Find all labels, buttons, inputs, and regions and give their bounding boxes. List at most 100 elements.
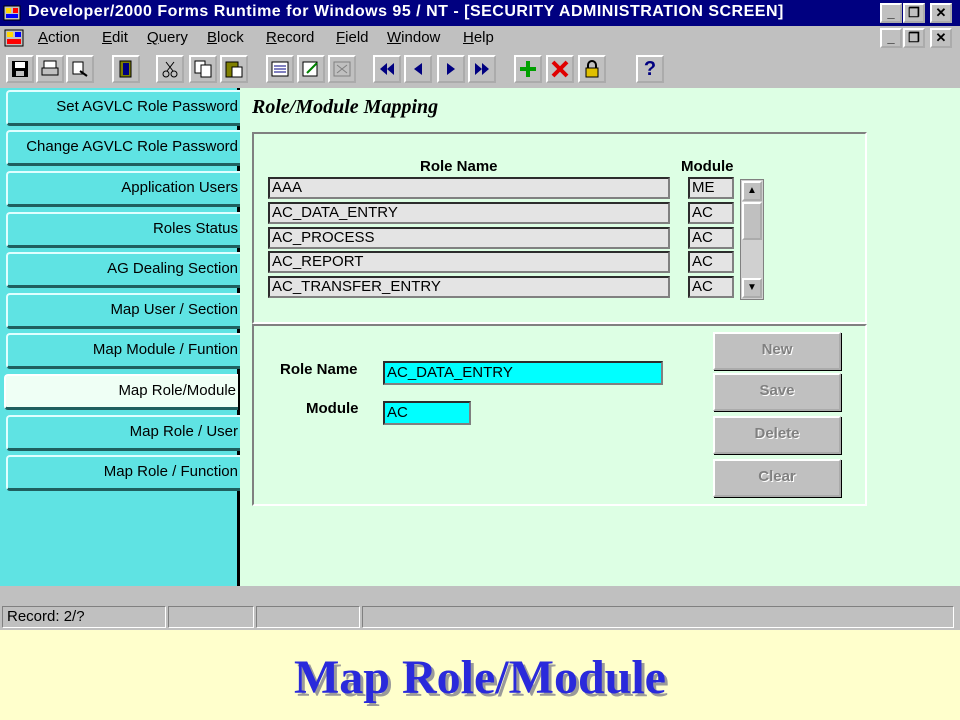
exit-icon [119, 60, 132, 78]
restore-icon: ❐ [908, 5, 920, 20]
minimize-icon: _ [887, 30, 895, 45]
role-name-label: Role Name [280, 361, 358, 378]
next-record-button[interactable] [437, 55, 465, 83]
help-button[interactable]: ? [636, 55, 664, 83]
role-name-cell[interactable]: AC_REPORT [268, 251, 670, 273]
mapping-list-panel: Role Name Module AAA ME AC_DATA_ENTRY AC… [252, 132, 867, 324]
toolbar: ? [0, 50, 960, 89]
copy-icon [194, 60, 212, 78]
help-icon: ? [643, 57, 657, 80]
menu-window[interactable]: Window [387, 29, 440, 46]
slide-caption: Map Role/Module [294, 651, 666, 704]
status-bar: Record: 2/? [0, 586, 960, 630]
edit-button[interactable] [297, 55, 325, 83]
role-name-cell[interactable]: AC_TRANSFER_ENTRY [268, 276, 670, 298]
menu-bar: Action Edit Query Block Record Field Win… [0, 26, 960, 50]
menu-action[interactable]: Action [38, 29, 80, 46]
menu-edit[interactable]: Edit [102, 29, 128, 46]
sidebar: Set AGVLC Role Password Change AGVLC Rol… [0, 88, 240, 586]
display-list-icon [333, 61, 351, 77]
role-name-cell[interactable]: AAA [268, 177, 670, 199]
display-list-button[interactable] [328, 55, 356, 83]
child-close-button[interactable]: ✕ [930, 28, 952, 48]
title-bar: Developer/2000 Forms Runtime for Windows… [0, 0, 960, 26]
sidebar-item-ag-dealing-section[interactable]: AG Dealing Section [6, 252, 240, 288]
save-record-button[interactable]: Save [713, 373, 841, 411]
paste-icon [225, 61, 243, 78]
first-record-button[interactable] [373, 55, 401, 83]
child-minimize-button[interactable]: _ [880, 28, 902, 48]
list-of-values-button[interactable] [266, 55, 294, 83]
module-cell[interactable]: AC [688, 276, 734, 298]
delete-button[interactable]: Delete [713, 416, 841, 454]
sidebar-item-set-role-password[interactable]: Set AGVLC Role Password [6, 90, 240, 126]
cut-icon [162, 61, 178, 78]
module-field[interactable]: AC [383, 401, 471, 425]
module-cell[interactable]: AC [688, 251, 734, 273]
copy-button[interactable] [189, 55, 217, 83]
module-label: Module [306, 400, 359, 417]
sidebar-item-map-role-module[interactable]: Map Role/Module [4, 374, 238, 410]
last-record-button[interactable] [468, 55, 496, 83]
status-segment [362, 606, 954, 628]
window-title: Developer/2000 Forms Runtime for Windows… [28, 3, 784, 20]
sidebar-item-map-user-section[interactable]: Map User / Section [6, 293, 240, 329]
lock-record-icon [585, 60, 599, 78]
sidebar-item-map-module-function[interactable]: Map Module / Funtion [6, 333, 240, 369]
next-record-icon [447, 63, 455, 75]
vertical-scrollbar[interactable]: ▲ ▼ [740, 179, 764, 300]
insert-record-button[interactable] [514, 55, 542, 83]
page-title: Role/Module Mapping [252, 96, 439, 118]
role-name-cell[interactable]: AC_PROCESS [268, 227, 670, 249]
scroll-up-button[interactable]: ▲ [742, 181, 762, 201]
restore-icon: ❐ [908, 30, 920, 45]
menu-block[interactable]: Block [207, 29, 244, 46]
save-icon [12, 61, 28, 77]
sidebar-item-application-users[interactable]: Application Users [6, 171, 240, 207]
minimize-icon: _ [887, 5, 895, 20]
insert-record-icon [520, 61, 536, 77]
menu-help[interactable]: Help [463, 29, 494, 46]
menu-record[interactable]: Record [266, 29, 314, 46]
scroll-down-button[interactable]: ▼ [742, 278, 762, 298]
previous-record-button[interactable] [404, 55, 432, 83]
edit-icon [302, 61, 318, 77]
lock-record-button[interactable] [578, 55, 606, 83]
new-button[interactable]: New [713, 332, 841, 370]
sidebar-item-map-role-user[interactable]: Map Role / User [6, 415, 240, 451]
print-setup-icon [72, 61, 88, 77]
delete-record-button[interactable] [546, 55, 574, 83]
scrollbar-thumb[interactable] [742, 202, 762, 240]
exit-button[interactable] [112, 55, 140, 83]
sidebar-item-roles-status[interactable]: Roles Status [6, 212, 240, 248]
status-segment [168, 606, 254, 628]
close-icon: ✕ [935, 5, 947, 20]
module-cell[interactable]: AC [688, 202, 734, 224]
menu-query[interactable]: Query [147, 29, 188, 46]
close-button[interactable]: ✕ [930, 3, 952, 23]
print-setup-button[interactable] [66, 55, 94, 83]
arrow-up-icon: ▲ [747, 185, 757, 196]
paste-button[interactable] [220, 55, 248, 83]
print-button[interactable] [36, 55, 64, 83]
arrow-down-icon: ▼ [747, 282, 757, 293]
main-content: Role/Module Mapping Role Name Module AAA… [240, 88, 960, 586]
minimize-button[interactable]: _ [880, 3, 902, 23]
last-record-icon [475, 63, 489, 75]
print-icon [41, 60, 59, 76]
cut-button[interactable] [156, 55, 184, 83]
sidebar-item-map-role-function[interactable]: Map Role / Function [6, 455, 240, 491]
clear-button[interactable]: Clear [713, 459, 841, 497]
save-button[interactable] [6, 55, 34, 83]
menu-field[interactable]: Field [336, 29, 369, 46]
first-record-icon [380, 63, 394, 75]
restore-button[interactable]: ❐ [903, 3, 925, 23]
form-window-icon[interactable] [4, 29, 24, 47]
record-status: Record: 2/? [2, 606, 166, 628]
child-restore-button[interactable]: ❐ [903, 28, 925, 48]
role-name-cell[interactable]: AC_DATA_ENTRY [268, 202, 670, 224]
module-cell[interactable]: AC [688, 227, 734, 249]
sidebar-item-change-role-password[interactable]: Change AGVLC Role Password [6, 130, 240, 166]
role-name-field[interactable]: AC_DATA_ENTRY [383, 361, 663, 385]
module-cell[interactable]: ME [688, 177, 734, 199]
